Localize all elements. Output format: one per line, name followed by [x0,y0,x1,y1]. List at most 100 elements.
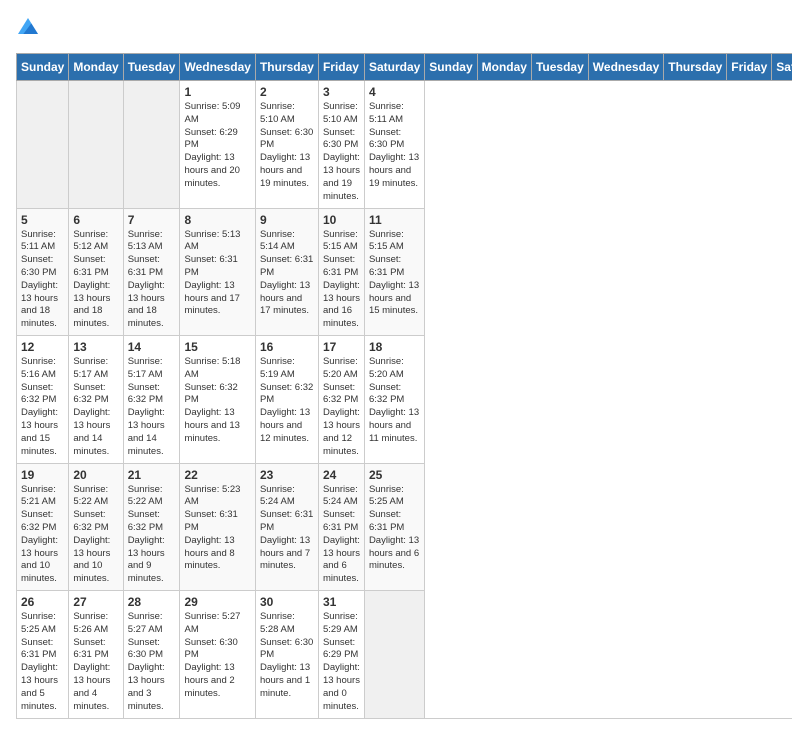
day-info: Daylight: 13 hours and 14 minutes. [128,407,176,458]
day-of-week-header: Monday [69,54,123,81]
day-info: Sunset: 6:31 PM [73,637,118,663]
day-info: Sunrise: 5:13 AM [128,229,176,255]
day-info: Daylight: 13 hours and 5 minutes. [21,662,64,713]
day-of-week-header: Tuesday [123,54,180,81]
day-info: Sunrise: 5:21 AM [21,484,64,510]
day-number: 7 [128,213,176,227]
day-info: Daylight: 13 hours and 4 minutes. [73,662,118,713]
day-number: 21 [128,468,176,482]
day-info: Daylight: 13 hours and 19 minutes. [323,152,360,203]
day-info: Sunrise: 5:09 AM [184,101,250,127]
day-info: Daylight: 13 hours and 18 minutes. [128,280,176,331]
calendar-week-row: 19Sunrise: 5:21 AMSunset: 6:32 PMDayligh… [17,463,792,591]
calendar-week-row: 5Sunrise: 5:11 AMSunset: 6:30 PMDaylight… [17,208,792,336]
calendar-cell: 29 Sunrise: 5:27 AMSunset: 6:30 PMDayligh… [180,591,255,719]
day-info: Daylight: 13 hours and 15 minutes. [369,280,420,318]
logo-icon [18,16,38,36]
day-of-week-header: Wednesday [588,54,663,81]
day-info: Sunrise: 5:11 AM [21,229,64,255]
day-info: Sunrise: 5:29 AM [323,611,360,637]
day-info: Sunset: 6:32 PM [369,382,420,408]
day-of-week-header: Sunday [17,54,69,81]
calendar-cell: 6 Sunrise: 5:12 AMSunset: 6:31 PMDaylight… [69,208,123,336]
page-header [16,16,776,41]
day-info: Daylight: 13 hours and 19 minutes. [260,152,314,190]
day-info: Sunset: 6:32 PM [128,382,176,408]
calendar-cell: 14Sunrise: 5:17 AMSunset: 6:32 PMDayligh… [123,336,180,464]
calendar-cell: 25Sunrise: 5:25 AMSunset: 6:31 PMDayligh… [364,463,424,591]
day-info: Daylight: 13 hours and 6 minutes. [369,535,420,573]
day-info: Sunrise: 5:27 AM [128,611,176,637]
day-info: Sunset: 6:31 PM [184,509,250,535]
day-info: Sunset: 6:31 PM [21,637,64,663]
day-info: Sunrise: 5:10 AM [323,101,360,127]
day-of-week-header: Wednesday [180,54,255,81]
calendar-week-row: 1Sunrise: 5:09 AMSunset: 6:29 PMDaylight… [17,81,792,209]
logo [16,16,38,41]
calendar-cell: 15Sunrise: 5:18 AMSunset: 6:32 PMDayligh… [180,336,255,464]
day-info: Daylight: 13 hours and 17 minutes. [260,280,314,318]
calendar-cell: 4Sunrise: 5:11 AMSunset: 6:30 PMDaylight… [364,81,424,209]
day-info: Daylight: 13 hours and 6 minutes. [323,535,360,586]
day-of-week-header: Friday [727,54,772,81]
calendar-cell: 19Sunrise: 5:21 AMSunset: 6:32 PMDayligh… [17,463,69,591]
day-info: Sunset: 6:29 PM [323,637,360,663]
day-info: Daylight: 13 hours and 11 minutes. [369,407,420,445]
day-info: Daylight: 13 hours and 10 minutes. [21,535,64,586]
calendar-cell: 28 Sunrise: 5:27 AMSunset: 6:30 PMDayligh… [123,591,180,719]
day-number: 26 [21,595,64,609]
day-info: Sunset: 6:30 PM [184,637,250,663]
day-number: 22 [184,468,250,482]
calendar-cell: 22Sunrise: 5:23 AMSunset: 6:31 PMDayligh… [180,463,255,591]
day-info: Sunset: 6:31 PM [73,254,118,280]
day-info: Sunset: 6:32 PM [21,382,64,408]
day-of-week-header: Saturday [772,54,792,81]
day-number: 29 [184,595,250,609]
day-info: Daylight: 13 hours and 13 minutes. [184,407,250,445]
calendar-cell: 21Sunrise: 5:22 AMSunset: 6:32 PMDayligh… [123,463,180,591]
day-number: 3 [323,85,360,99]
day-info: Sunrise: 5:20 AM [369,356,420,382]
calendar-cell: 1Sunrise: 5:09 AMSunset: 6:29 PMDaylight… [180,81,255,209]
day-info: Sunrise: 5:25 AM [369,484,420,510]
day-info: Sunset: 6:30 PM [21,254,64,280]
day-info: Sunrise: 5:12 AM [73,229,118,255]
day-number: 24 [323,468,360,482]
day-info: Sunrise: 5:24 AM [260,484,314,510]
calendar-cell: 20Sunrise: 5:22 AMSunset: 6:32 PMDayligh… [69,463,123,591]
day-info: Daylight: 13 hours and 18 minutes. [21,280,64,331]
day-info: Daylight: 13 hours and 7 minutes. [260,535,314,573]
day-number: 6 [73,213,118,227]
day-number: 15 [184,340,250,354]
day-number: 31 [323,595,360,609]
day-info: Daylight: 13 hours and 0 minutes. [323,662,360,713]
day-info: Sunrise: 5:11 AM [369,101,420,127]
calendar-cell: 31 Sunrise: 5:29 AMSunset: 6:29 PMDayligh… [318,591,364,719]
day-info: Sunset: 6:30 PM [323,127,360,153]
calendar-cell: 27Sunrise: 5:26 AMSunset: 6:31 PMDayligh… [69,591,123,719]
day-info: Daylight: 13 hours and 14 minutes. [73,407,118,458]
day-number: 16 [260,340,314,354]
day-number: 1 [184,85,250,99]
day-info: Daylight: 13 hours and 1 minute. [260,662,314,700]
day-info: Sunrise: 5:19 AM [260,356,314,382]
day-info: Sunrise: 5:22 AM [73,484,118,510]
calendar-cell: 7Sunrise: 5:13 AMSunset: 6:31 PMDaylight… [123,208,180,336]
day-info: Daylight: 13 hours and 18 minutes. [73,280,118,331]
calendar-cell: 24Sunrise: 5:24 AMSunset: 6:31 PMDayligh… [318,463,364,591]
calendar-week-row: 26Sunrise: 5:25 AMSunset: 6:31 PMDayligh… [17,591,792,719]
day-info: Sunset: 6:30 PM [128,637,176,663]
day-info: Daylight: 13 hours and 3 minutes. [128,662,176,713]
day-number: 10 [323,213,360,227]
day-number: 11 [369,213,420,227]
calendar-cell: 3 Sunrise: 5:10 AMSunset: 6:30 PMDaylight… [318,81,364,209]
day-info: Sunrise: 5:14 AM [260,229,314,255]
calendar-cell: 11Sunrise: 5:15 AMSunset: 6:31 PMDayligh… [364,208,424,336]
day-info: Daylight: 13 hours and 2 minutes. [184,662,250,700]
day-number: 28 [128,595,176,609]
calendar-cell: 23Sunrise: 5:24 AMSunset: 6:31 PMDayligh… [255,463,318,591]
day-number: 13 [73,340,118,354]
day-info: Daylight: 13 hours and 10 minutes. [73,535,118,586]
day-info: Sunrise: 5:27 AM [184,611,250,637]
day-info: Sunrise: 5:24 AM [323,484,360,510]
